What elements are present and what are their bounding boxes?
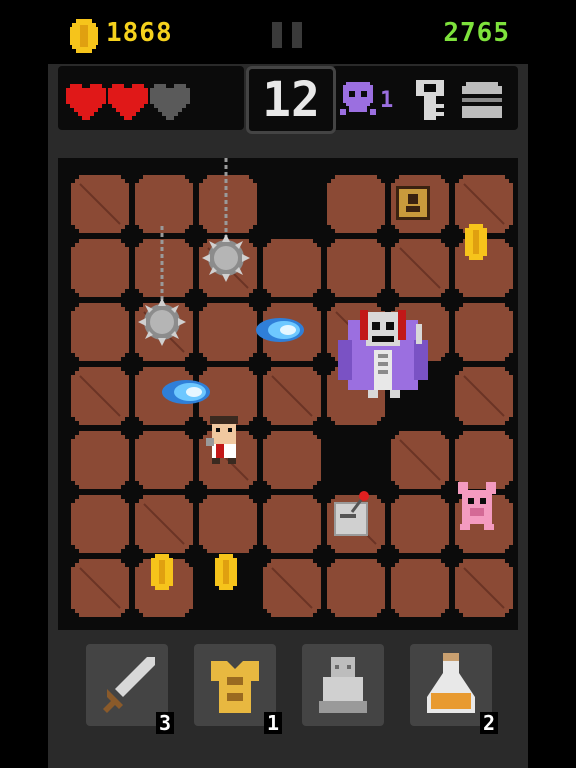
dungeon-board[interactable] xyxy=(58,158,518,630)
floor-tile xyxy=(327,239,385,297)
inventory-slot-statue[interactable] xyxy=(302,644,384,726)
heart-full-icon xyxy=(66,84,106,120)
potion-flask-icon xyxy=(427,653,475,713)
skull-icon xyxy=(340,82,376,115)
floor-tile xyxy=(391,559,449,617)
floor-tile xyxy=(199,175,257,233)
sword-count: 3 xyxy=(155,712,174,734)
floor-tile xyxy=(135,175,193,233)
grim-reaper-enemy xyxy=(338,310,428,398)
gold-coin-pickup xyxy=(465,224,487,260)
spiked-ball-trap xyxy=(202,234,250,282)
floor-tile xyxy=(199,303,257,361)
floor-tile xyxy=(455,431,513,489)
floor-number: 12 xyxy=(246,66,336,134)
pause-bar-right xyxy=(292,22,302,48)
floor-tile xyxy=(391,495,449,553)
heart-full-icon xyxy=(108,84,148,120)
dungeon-map[interactable] xyxy=(58,158,518,630)
armor-count: 1 xyxy=(263,712,282,734)
floor-tile xyxy=(71,431,129,489)
floor-tile xyxy=(263,431,321,489)
fireball xyxy=(256,318,304,342)
pink-pig-enemy xyxy=(458,482,496,530)
inventory-slot-potion[interactable]: 2 xyxy=(410,644,498,734)
floor-tile xyxy=(71,303,129,361)
score-counter: 2765 xyxy=(443,18,510,48)
floor-tile xyxy=(199,495,257,553)
inventory-slot-armor[interactable]: 1 xyxy=(194,644,282,734)
floor-tile xyxy=(71,495,129,553)
floor-tile xyxy=(71,239,129,297)
floor-tile xyxy=(263,239,321,297)
spiked-ball-trap xyxy=(138,298,186,346)
key-icon xyxy=(416,80,444,120)
floor-tile xyxy=(455,303,513,361)
floor-tile xyxy=(135,239,193,297)
pause-bar-left xyxy=(272,22,282,48)
floor-tile xyxy=(263,495,321,553)
stone-statue-icon xyxy=(319,657,367,713)
floor-tile xyxy=(135,431,193,489)
heart-empty-icon xyxy=(150,84,190,120)
top-bar: 1868 2765 xyxy=(0,0,576,64)
fireball xyxy=(162,380,210,404)
gold-counter: 1868 xyxy=(106,18,173,48)
treasure-chest xyxy=(396,186,430,220)
kill-count: 1 xyxy=(380,88,394,113)
gold-coin-pickup xyxy=(215,554,237,590)
floor-tile xyxy=(327,559,385,617)
gold-coin-pickup xyxy=(151,554,173,590)
sword-icon xyxy=(103,657,155,713)
coin-icon xyxy=(70,19,98,53)
golden-armor-icon xyxy=(211,661,259,713)
floor-tiles xyxy=(71,175,513,617)
floor-tile xyxy=(327,175,385,233)
inventory-slot-sword[interactable]: 3 xyxy=(86,644,174,734)
burger-icon xyxy=(462,82,502,118)
pause-button[interactable] xyxy=(272,22,306,48)
potion-count: 2 xyxy=(479,712,498,734)
